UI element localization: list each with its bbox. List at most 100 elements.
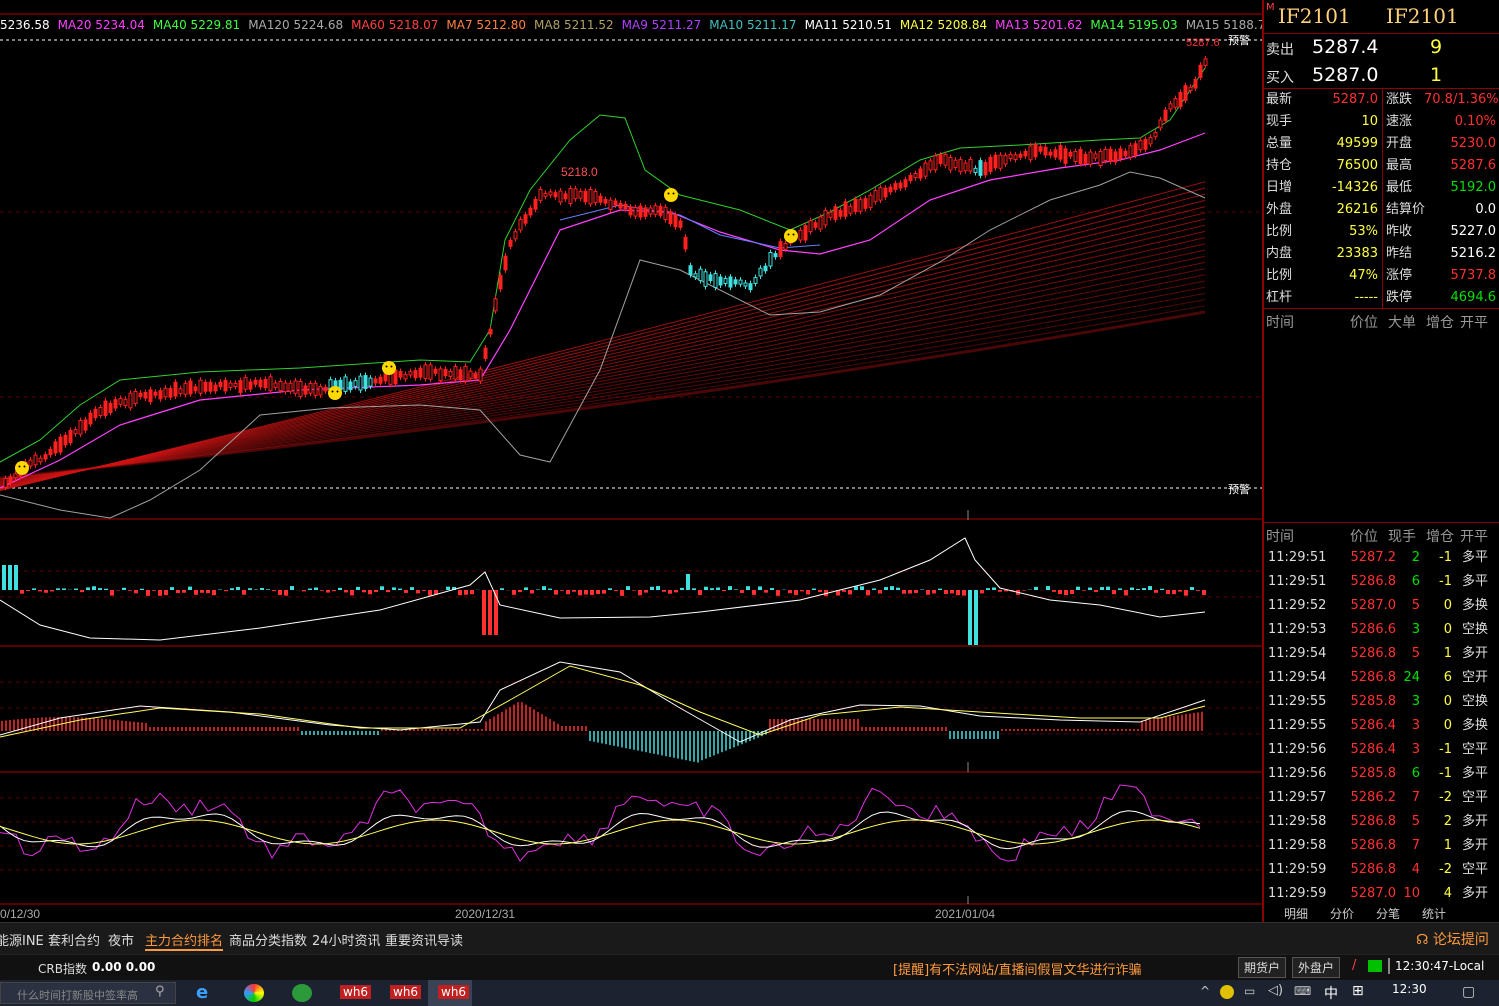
tick-row[interactable]: 11:29:57 5286.2 7 -2 空平	[1264, 786, 1499, 810]
candle-body	[488, 328, 493, 335]
tick-row[interactable]: 11:29:54 5286.8 5 1 多开	[1264, 642, 1499, 666]
volume-bar	[638, 590, 642, 596]
browser2-icon[interactable]	[292, 984, 312, 1002]
fraud-notice[interactable]: [提醒]有不法网站/直播间假冒文华进行诈骗	[893, 959, 1142, 978]
volume-bar	[974, 590, 978, 645]
candle-body	[673, 214, 678, 228]
volume-bar	[1076, 586, 1080, 590]
candle-body	[438, 368, 443, 382]
tick-volume: 2	[1411, 550, 1420, 565]
column-header: 价位	[1350, 529, 1378, 545]
smiley-icon	[390, 365, 393, 368]
volume-bar	[224, 590, 228, 592]
keyboard-icon[interactable]: ⌨	[1294, 984, 1311, 998]
tick-row[interactable]: 11:29:59 5286.8 4 -2 空平	[1264, 858, 1499, 882]
speaker-icon[interactable]: ◁)	[1268, 983, 1283, 998]
volume-bar	[1118, 588, 1122, 590]
bottom-tab[interactable]: 能源INE	[0, 930, 44, 949]
notification-icon[interactable]: ▢	[1462, 984, 1475, 1000]
input-language[interactable]: 中	[1324, 983, 1338, 1003]
tick-row[interactable]: 11:29:58 5286.8 7 1 多开	[1264, 834, 1499, 858]
quote-label: 总量	[1266, 136, 1293, 151]
kline-chart-canvas[interactable]: 5287.6 预警预警5218.00/12/30 2020/12/31 2021/01…	[0, 0, 1262, 922]
edge-icon[interactable]: e	[196, 982, 208, 1003]
taskbar-search[interactable]: 什么时间打新股中签率高 ⚲	[0, 982, 176, 1004]
tick-row[interactable]: 11:29:54 5286.8 24 6 空开	[1264, 666, 1499, 690]
column-header: 开平	[1460, 315, 1488, 331]
tick-row[interactable]: 11:29:53 5286.6 3 0 空换	[1264, 618, 1499, 642]
external-account-button[interactable]: 外盘户	[1292, 957, 1341, 978]
tick-type: 多开	[1462, 814, 1489, 829]
side-tab[interactable]: 分价	[1330, 905, 1354, 922]
column-header: 时间	[1266, 315, 1294, 331]
forum-button[interactable]: ☊ 论坛提问	[1416, 929, 1489, 949]
tick-row[interactable]: 11:29:51 5287.2 2 -1 多平	[1264, 546, 1499, 570]
volume-bar	[218, 589, 222, 590]
tray-icon[interactable]: ▭	[1244, 984, 1255, 998]
bottom-tab[interactable]: 商品分类指数	[229, 930, 307, 949]
volume-bar	[164, 590, 168, 596]
volume-bar	[110, 590, 114, 596]
taskbar-clock[interactable]: 12:30	[1392, 982, 1427, 996]
candle-body	[908, 174, 913, 182]
tick-row[interactable]: 11:29:56 5285.8 6 -1 多平	[1264, 762, 1499, 786]
candle-body	[1148, 136, 1153, 145]
volume-bar	[188, 586, 192, 590]
volume-bar	[962, 590, 966, 596]
wh6-app-icon[interactable]: wh6	[390, 985, 422, 999]
candle-body	[1178, 91, 1183, 108]
side-tab[interactable]: 统计	[1422, 905, 1446, 922]
candle-body	[443, 368, 448, 377]
candle-body	[323, 386, 328, 392]
volume-bar	[914, 590, 918, 593]
side-tab[interactable]: 分笔	[1376, 905, 1400, 922]
volume-bar	[98, 588, 102, 590]
candle-body	[1173, 98, 1178, 108]
ask-row[interactable]: 卖出 5287.4 9	[1264, 34, 1499, 62]
candle-body	[1123, 150, 1128, 157]
bottom-tab[interactable]: 夜市	[108, 930, 134, 949]
chevron-up-icon[interactable]: ^	[1200, 984, 1210, 998]
quote-label: 杠杆	[1266, 290, 1293, 305]
candle-body	[803, 225, 808, 241]
volume-bar	[266, 589, 270, 590]
tick-row[interactable]: 11:29:58 5286.8 5 2 多开	[1264, 810, 1499, 834]
ime-grid-icon[interactable]: ⊞	[1352, 983, 1364, 999]
symbol-title-left: IF2101	[1278, 4, 1351, 28]
volume-bar	[728, 586, 732, 590]
kline-chart-area[interactable]: 5287.6 预警 预警 5218.0 0/12/30 2020/12/31 2021/01…	[0, 0, 1273, 922]
volume-bar	[542, 586, 546, 590]
wh6-app-icon[interactable]: wh6	[438, 985, 470, 999]
bottom-tab[interactable]: 24小时资讯	[312, 930, 381, 949]
tick-row[interactable]: 11:29:55 5286.4 3 0 多换	[1264, 714, 1499, 738]
tick-row[interactable]: 11:29:52 5287.0 5 0 多换	[1264, 594, 1499, 618]
candle-body	[843, 201, 848, 217]
search-placeholder: 什么时间打新股中签率高	[17, 989, 138, 1002]
side-tab[interactable]: 明细	[1284, 905, 1308, 922]
tick-row[interactable]: 11:29:59 5287.0 10 4 多开	[1264, 882, 1499, 906]
quote-value: 47%	[1349, 268, 1378, 283]
ma-legend-item: 5236.58	[0, 18, 50, 32]
divider	[1264, 522, 1499, 523]
wh6-app-icon[interactable]: wh6	[340, 985, 372, 999]
tick-price: 5286.8	[1350, 646, 1397, 661]
candle-body	[773, 253, 778, 258]
tick-row[interactable]: 11:29:56 5286.4 3 -1 空平	[1264, 738, 1499, 762]
tick-row[interactable]: 11:29:51 5286.8 6 -1 多平	[1264, 570, 1499, 594]
browser-icon[interactable]	[244, 984, 264, 1002]
volume-bar	[950, 590, 954, 594]
bid-row[interactable]: 买入 5287.0 1	[1264, 62, 1499, 90]
futures-account-button[interactable]: 期货户	[1238, 957, 1287, 978]
volume-bar	[272, 590, 276, 592]
bottom-tab[interactable]: 主力合约排名	[145, 930, 224, 951]
volume-bar	[698, 590, 702, 596]
candle-body	[1083, 153, 1088, 164]
candle-body	[1043, 146, 1048, 156]
volume-bar	[332, 590, 336, 592]
volume-bar	[926, 590, 930, 595]
tick-row[interactable]: 11:29:55 5285.8 3 0 空换	[1264, 690, 1499, 714]
bottom-tab[interactable]: 重要资讯导读	[385, 930, 463, 949]
bottom-tab[interactable]: 套利合约	[48, 930, 100, 949]
candle-body	[518, 219, 523, 231]
tray-app-icon[interactable]	[1220, 985, 1234, 999]
